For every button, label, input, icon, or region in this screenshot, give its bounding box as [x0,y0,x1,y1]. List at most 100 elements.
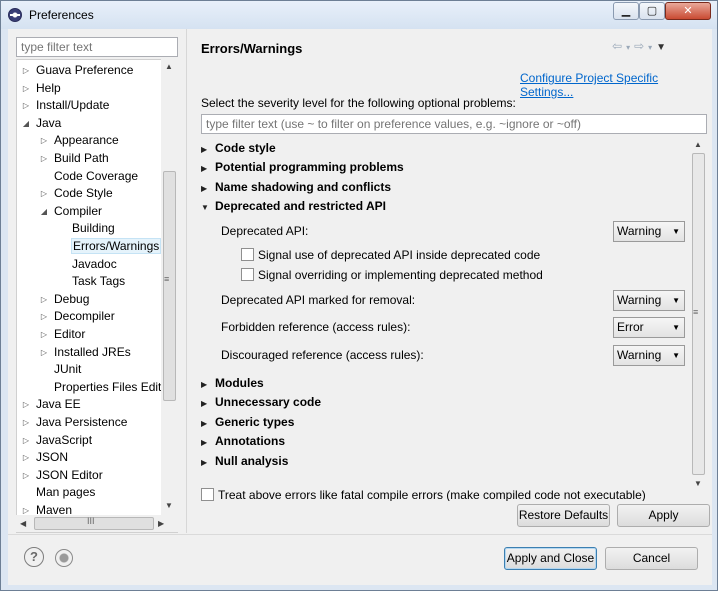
collapsed-twisty-icon[interactable]: ▷ [21,396,31,413]
tree-item[interactable]: ▷ Java EE [21,396,82,413]
forward-arrow-icon[interactable]: ⇨ [634,39,648,53]
signal-overriding-checkbox[interactable]: Signal overriding or implementing deprec… [241,267,543,283]
tree-item[interactable]: ▷ JSON [21,449,69,466]
discouraged-reference-select[interactable]: Warning ▼ [613,345,685,366]
minimize-button[interactable]: ▁ [613,2,639,20]
collapsed-twisty-icon[interactable]: ▷ [39,344,49,361]
tree-item[interactable]: ▷ Java Persistence [21,414,128,431]
tree-item[interactable]: ▷ JSON Editor [21,467,104,484]
close-button[interactable]: ✕ [665,2,711,20]
scroll-up-icon[interactable]: ▲ [165,62,173,71]
checkbox-box[interactable] [201,488,214,501]
back-menu-icon[interactable]: ▾ [626,43,634,52]
tree-item[interactable]: Code Coverage [39,168,139,185]
sash[interactable] [186,29,187,533]
apply-button[interactable]: Apply [617,504,710,527]
tree-item[interactable]: ▷ Guava Preference [21,62,134,79]
tree-item[interactable]: ▷ JavaScript [21,432,93,449]
tree-vertical-scrollbar[interactable]: ▲ ≡ ▼ [161,59,178,517]
nav-filter-input[interactable] [16,37,178,57]
section-annotations[interactable]: ▶ Annotations [201,432,285,450]
help-icon[interactable]: ? [24,547,44,567]
collapsed-triangle-icon[interactable]: ▶ [201,454,215,472]
collapsed-triangle-icon[interactable]: ▶ [201,141,215,159]
treat-errors-fatal-checkbox[interactable]: Treat above errors like fatal compile er… [201,487,681,501]
severity-filter-input[interactable] [201,114,707,134]
section-unnecessary-code[interactable]: ▶ Unnecessary code [201,393,321,411]
collapsed-twisty-icon[interactable]: ▷ [21,432,31,449]
collapsed-twisty-icon[interactable]: ▷ [21,80,31,97]
tree-scroll-thumb[interactable] [163,171,176,401]
collapsed-twisty-icon[interactable]: ▷ [21,62,31,79]
section-name-shadowing[interactable]: ▶ Name shadowing and conflicts [201,178,391,196]
collapsed-twisty-icon[interactable]: ▷ [39,150,49,167]
forbidden-reference-select[interactable]: Error ▼ [613,317,685,338]
collapsed-triangle-icon[interactable]: ▶ [201,180,215,198]
scroll-down-icon[interactable]: ▼ [694,479,702,488]
collapsed-twisty-icon[interactable]: ▷ [21,414,31,431]
collapsed-twisty-icon[interactable]: ▷ [39,308,49,325]
tree-item[interactable]: ▷ Installed JREs [39,344,132,361]
marked-removal-select[interactable]: Warning ▼ [613,290,685,311]
collapsed-twisty-icon[interactable]: ▷ [21,467,31,484]
collapsed-triangle-icon[interactable]: ▶ [201,434,215,452]
apply-and-close-button[interactable]: Apply and Close [504,547,597,570]
collapsed-triangle-icon[interactable]: ▶ [201,160,215,178]
tree-item[interactable]: ▷ Debug [39,291,90,308]
view-menu-icon[interactable]: ▼ [656,42,670,53]
tree-horizontal-scrollbar[interactable]: ◀ III ▶ [16,515,178,532]
scroll-right-icon[interactable]: ▶ [158,519,164,528]
scroll-down-icon[interactable]: ▼ [165,501,173,510]
tree-item[interactable]: Task Tags [57,273,126,290]
expanded-triangle-icon[interactable]: ▼ [201,199,215,217]
back-arrow-icon[interactable]: ⇦ [612,39,626,53]
section-deprecated-api[interactable]: ▼ Deprecated and restricted API [201,197,386,215]
section-modules[interactable]: ▶ Modules [201,374,264,392]
collapsed-twisty-icon[interactable]: ▷ [39,185,49,202]
tree-hscroll-thumb[interactable]: III [34,516,154,530]
tree-item[interactable]: Errors/Warnings [57,238,162,255]
tree-item[interactable]: ▷ Decompiler [39,308,116,325]
expanded-twisty-icon[interactable]: ◢ [21,115,31,132]
cancel-button[interactable]: Cancel [605,547,698,570]
tree-item[interactable]: ▷ Appearance [39,132,120,149]
expanded-twisty-icon[interactable]: ◢ [39,203,49,220]
scroll-up-icon[interactable]: ▲ [694,140,702,149]
tree-item[interactable]: Man pages [21,484,96,501]
options-vertical-scrollbar[interactable]: ▲ ≡ ▼ [690,137,707,493]
section-potential-problems[interactable]: ▶ Potential programming problems [201,158,404,176]
section-code-style[interactable]: ▶ Code style [201,139,276,157]
checkbox-box[interactable] [241,248,254,261]
tree-item[interactable]: ◢ Java [21,115,62,132]
deprecated-api-select[interactable]: Warning ▼ [613,221,685,242]
maximize-button[interactable]: ▢ [639,2,665,20]
collapsed-twisty-icon[interactable]: ▷ [39,291,49,308]
section-generic-types[interactable]: ▶ Generic types [201,413,294,431]
tree-item[interactable]: ▷ Code Style [39,185,114,202]
section-null-analysis[interactable]: ▶ Null analysis [201,452,288,470]
tree-item[interactable]: Javadoc [57,256,118,273]
configure-project-settings-link[interactable]: Configure Project Specific Settings... [520,71,712,99]
tree-item-label: Java EE [36,397,81,412]
collapsed-triangle-icon[interactable]: ▶ [201,376,215,394]
scroll-left-icon[interactable]: ◀ [20,519,26,528]
tree-item[interactable]: ◢ Compiler [39,203,103,220]
restore-defaults-button[interactable]: Restore Defaults [517,504,610,527]
checkbox-box[interactable] [241,268,254,281]
collapsed-twisty-icon[interactable]: ▷ [39,326,49,343]
tree-item[interactable]: Building [57,220,116,237]
tree-item[interactable]: ▷ Install/Update [21,97,110,114]
tree-item[interactable]: ▷ Editor [39,326,86,343]
collapsed-twisty-icon[interactable]: ▷ [39,132,49,149]
collapsed-twisty-icon[interactable]: ▷ [21,449,31,466]
tree-item[interactable]: JUnit [39,361,82,378]
oomph-preference-recorder-icon[interactable] [55,549,73,567]
tree-item[interactable]: ▷ Build Path [39,150,110,167]
signal-deprecated-inside-checkbox[interactable]: Signal use of deprecated API inside depr… [241,247,540,263]
collapsed-triangle-icon[interactable]: ▶ [201,415,215,433]
tree-item[interactable]: Properties Files Editor [39,379,173,396]
collapsed-twisty-icon[interactable]: ▷ [21,97,31,114]
forward-menu-icon[interactable]: ▾ [648,43,656,52]
tree-item[interactable]: ▷ Help [21,80,62,97]
collapsed-triangle-icon[interactable]: ▶ [201,395,215,413]
